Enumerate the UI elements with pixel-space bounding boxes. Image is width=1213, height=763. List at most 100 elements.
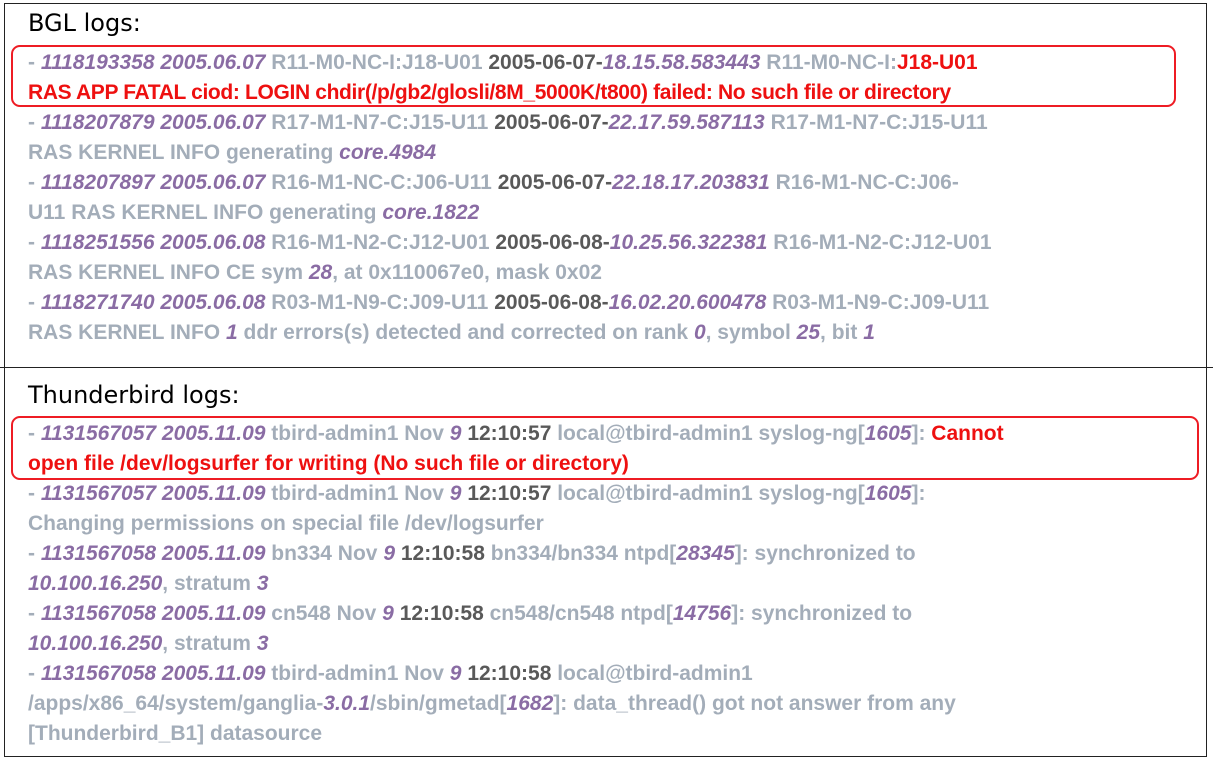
log-segment: 2005-06-07- — [497, 171, 613, 194]
log-segment: - — [28, 51, 41, 74]
log-segment: 16.02.20.600478 — [608, 291, 773, 314]
log-segment: tbird-admin1 Nov — [271, 422, 450, 445]
tbird-log-3-line-1: - 1131567058 2005.11.09 bn334 Nov 9 12:1… — [28, 539, 916, 569]
log-segment: , bit — [820, 321, 864, 344]
bgl-log-5-line-2: RAS KERNEL INFO 1 ddr errors(s) detected… — [28, 318, 875, 348]
log-segment: /sbin/gmetad[ — [370, 692, 507, 715]
log-segment: R17-M1-N7-C:J15-U11 — [271, 111, 495, 134]
log-segment: R17-M1-N7-C:J15-U11 — [770, 111, 988, 134]
tbird-log-4-line-1: - 1131567058 2005.11.09 cn548 Nov 9 12:1… — [28, 599, 912, 629]
log-segment: 10.25.56.322381 — [609, 231, 774, 254]
log-segment: 22.17.59.587113 — [608, 111, 771, 134]
log-segment: ]: synchronized to — [734, 542, 916, 565]
log-segment: 12:10:58 — [467, 662, 558, 685]
log-segment: tbird-admin1 Nov — [271, 662, 450, 685]
bgl-log-2-line-1: - 1118207879 2005.06.07 R17-M1-N7-C:J15-… — [28, 108, 988, 138]
log-segment: 12:10:58 — [399, 602, 490, 625]
log-segment: 1131567057 2005.11.09 — [40, 422, 272, 445]
bgl-log-4-line-2: RAS KERNEL INFO CE sym 28, at 0x110067e0… — [28, 258, 602, 288]
bgl-log-3-line-2: U11 RAS KERNEL INFO generating core.1822 — [28, 198, 479, 228]
log-segment: R03-M1-N9-C:J09-U11 — [772, 291, 990, 314]
log-segment: 1118271740 2005.06.08 — [40, 291, 272, 314]
log-segment: 1605 — [864, 482, 912, 505]
log-segment: local@tbird-admin1 syslog-ng[ — [557, 422, 865, 445]
log-segment: 0 — [693, 321, 706, 344]
log-segment: 10.100.16.250 — [28, 572, 163, 595]
log-segment: 14756 — [672, 602, 732, 625]
log-segment: ddr errors(s) detected and corrected on … — [237, 321, 694, 344]
log-segment: 2005-06-07- — [494, 111, 609, 134]
log-segment: 1682 — [506, 692, 554, 715]
log-segment: 28345 — [676, 542, 735, 565]
log-segment: 1 — [863, 321, 875, 344]
log-segment: - — [28, 602, 41, 625]
log-segment: - — [28, 231, 41, 254]
log-segment: , at 0x110067e0, mask 0x02 — [332, 261, 602, 284]
bgl-heading: BGL logs: — [28, 9, 141, 37]
log-segment: 9 — [449, 422, 468, 445]
log-segment: , stratum — [162, 572, 257, 595]
log-segment: 1131567058 2005.11.09 — [40, 542, 272, 565]
tbird-log-4-line-2: 10.100.16.250, stratum 3 — [28, 629, 269, 659]
log-segment: 2005-06-08- — [495, 231, 610, 254]
tbird-log-5-line-1: - 1131567058 2005.11.09 tbird-admin1 Nov… — [28, 659, 753, 689]
log-segment: , symbol — [705, 321, 797, 344]
log-segment: 9 — [449, 662, 468, 685]
log-segment: - — [28, 111, 41, 134]
log-segment: 9 — [449, 482, 468, 505]
log-segment: 1131567057 2005.11.09 — [40, 482, 272, 505]
log-segment: 1131567058 2005.11.09 — [40, 602, 272, 625]
tbird-log-1-line-1: - 1131567057 2005.11.09 tbird-admin1 Nov… — [28, 419, 1004, 449]
log-segment: 2005-06-08- — [494, 291, 609, 314]
bgl-log-5-line-1: - 1118271740 2005.06.08 R03-M1-N9-C:J09-… — [28, 288, 989, 318]
log-segment: - — [28, 482, 41, 505]
bgl-log-3-line-1: - 1118207897 2005.06.07 R16-M1-NC-C:J06-… — [28, 168, 959, 198]
log-segment: 1118193358 2005.06.07 — [40, 51, 272, 74]
log-segment: bn334 Nov — [271, 542, 384, 565]
tbird-log-1-line-2: open file /dev/logsurfer for writing (No… — [28, 449, 629, 479]
tbird-log-5-line-2: /apps/x86_64/system/ganglia-3.0.1/sbin/g… — [28, 689, 956, 719]
log-segment: cn548/cn548 ntpd[ — [489, 602, 673, 625]
log-segment: ]: — [911, 482, 926, 505]
log-segment: - — [28, 542, 41, 565]
log-segment: 12:10:57 — [467, 422, 558, 445]
thunderbird-heading: Thunderbird logs: — [28, 381, 240, 409]
bgl-log-1-line-1: - 1118193358 2005.06.07 R11-M0-NC-I:J18-… — [28, 48, 978, 78]
log-segment: 28 — [308, 261, 333, 284]
log-segment: core.1822 — [382, 201, 480, 224]
log-segment: 25 — [796, 321, 821, 344]
log-segment: RAS APP FATAL ciod: LOGIN chdir(/p/gb2/g… — [28, 81, 951, 104]
log-segment: 1131567058 2005.11.09 — [40, 662, 272, 685]
log-segment: 18.15.58.583443 — [602, 51, 767, 74]
log-segment: 1 — [225, 321, 238, 344]
log-segment: - — [28, 171, 41, 194]
log-segment: cn548 Nov — [271, 602, 383, 625]
log-segment: RAS KERNEL INFO CE sym — [28, 261, 309, 284]
tbird-log-5-line-3: [Thunderbird_B1] datasource — [28, 719, 322, 749]
log-segment: R16-M1-N2-C:J12-U01 — [773, 231, 992, 254]
log-segment: Cannot — [931, 422, 1004, 445]
log-segment: Changing permissions on special file /de… — [28, 512, 544, 535]
log-segment: 3 — [256, 572, 269, 595]
bgl-log-2-line-2: RAS KERNEL INFO generating core.4984 — [28, 138, 436, 168]
log-segment: bn334/bn334 ntpd[ — [490, 542, 677, 565]
tbird-log-2-line-2: Changing permissions on special file /de… — [28, 509, 544, 539]
log-segment: , stratum — [162, 632, 257, 655]
log-segment: RAS KERNEL INFO generating — [28, 141, 340, 164]
log-segment: 1118251556 2005.06.08 — [40, 231, 272, 254]
bgl-log-4-line-1: - 1118251556 2005.06.08 R16-M1-N2-C:J12-… — [28, 228, 992, 258]
log-segment: ]: — [911, 422, 932, 445]
log-segment: J18-U01 — [896, 51, 978, 74]
log-segment: R16-M1-NC-C:J06-U11 — [271, 171, 498, 194]
log-segment: 1118207897 2005.06.07 — [40, 171, 272, 194]
bgl-log-1-line-2: RAS APP FATAL ciod: LOGIN chdir(/p/gb2/g… — [28, 78, 951, 108]
log-segment: R11-M0-NC-I:J18-U01 — [271, 51, 489, 74]
log-segment: RAS KERNEL INFO — [28, 321, 226, 344]
log-segment: local@tbird-admin1 syslog-ng[ — [557, 482, 865, 505]
log-segment: core.4984 — [339, 141, 437, 164]
log-segment: tbird-admin1 Nov — [271, 482, 450, 505]
log-segment: [Thunderbird_B1] datasource — [28, 722, 323, 745]
log-segment: R03-M1-N9-C:J09-U11 — [271, 291, 495, 314]
log-segment: 1605 — [864, 422, 912, 445]
log-segment: 2005-06-07- — [488, 51, 603, 74]
